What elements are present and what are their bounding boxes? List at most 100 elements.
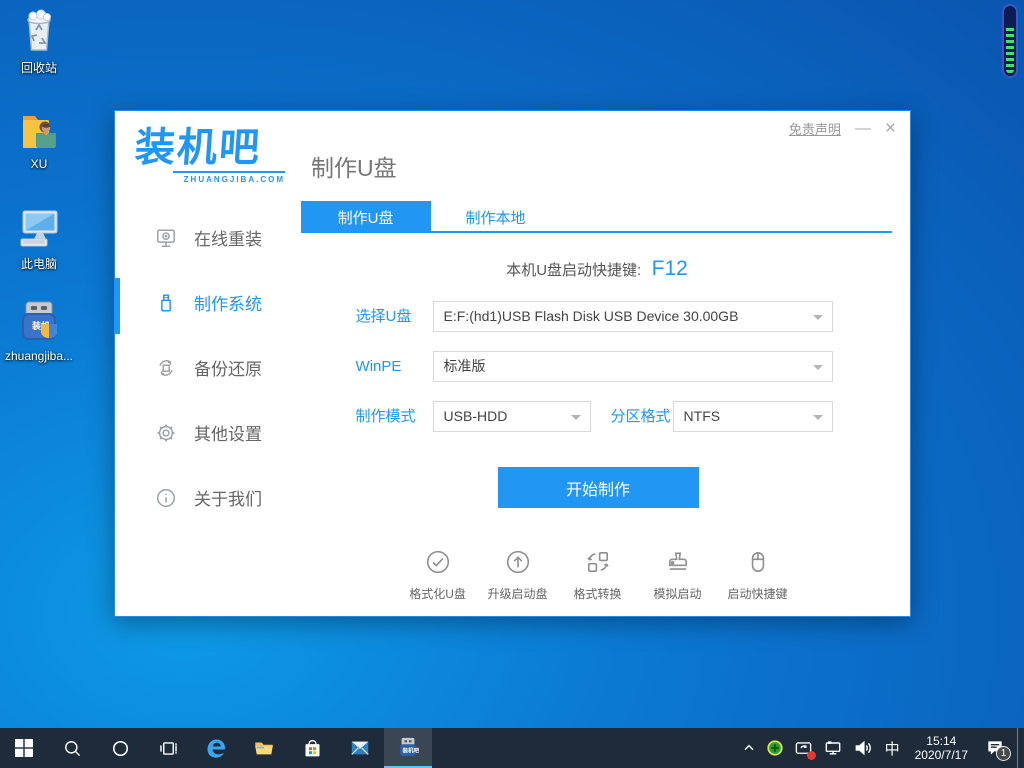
chevron-down-icon: [812, 415, 823, 420]
mode-select-value: USB-HDD: [443, 408, 508, 424]
tray-antivirus-icon[interactable]: [761, 728, 789, 768]
tool-label: 格式化U盘: [409, 587, 466, 601]
disclaimer-link[interactable]: 免责声明: [789, 119, 841, 138]
window-controls: 免责声明 — ×: [789, 119, 896, 138]
tray-screencap-icon[interactable]: [789, 728, 818, 768]
zhuangjiba-window: 装机吧 ZHUANGJIBA.COM 制作U盘 免责声明 — × 在线重装 制作…: [114, 110, 911, 617]
winpe-select-label: WinPE: [355, 358, 402, 375]
notification-count-badge: 1: [996, 746, 1011, 761]
taskbar-clock[interactable]: 15:14 2020/7/17: [907, 734, 976, 762]
sidebar-item-other-settings[interactable]: 其他设置: [115, 400, 301, 465]
partition-select-label: 分区格式: [610, 408, 671, 425]
store-icon: [305, 739, 319, 756]
user-folder-icon: [23, 116, 56, 148]
tool-simulate-boot[interactable]: 模拟启动: [638, 549, 718, 602]
arrow-up-circle-icon: [506, 550, 529, 574]
file-explorer-button[interactable]: [240, 728, 288, 768]
clock-time: 15:14: [926, 734, 957, 748]
chevron-down-icon: [570, 415, 581, 420]
file-explorer-icon: [255, 742, 273, 755]
chevron-down-icon: [812, 315, 823, 320]
sidebar-item-make-system[interactable]: 制作系统: [115, 270, 301, 335]
mail-button[interactable]: [336, 728, 384, 768]
tool-format-convert[interactable]: 格式转换: [558, 549, 638, 602]
search-icon: [64, 740, 80, 756]
stamp-icon: [668, 552, 687, 570]
desktop-icon-label: XU: [30, 157, 48, 171]
chevron-down-icon: [812, 365, 823, 370]
clock-date: 2020/7/17: [914, 748, 968, 762]
app-logo: 装机吧 ZHUANGJIBA.COM: [133, 125, 285, 184]
boot-hotkey-label: 本机U盘启动快捷键:: [506, 262, 642, 279]
tray-chevron-up-icon[interactable]: [737, 728, 761, 768]
sidebar: 在线重装 制作系统 备份还原 其他设置 关于我们: [115, 201, 301, 618]
sidebar-item-online-reinstall[interactable]: 在线重装: [115, 205, 301, 270]
tool-label: 升级启动盘: [487, 587, 548, 601]
mode-select-label: 制作模式: [355, 408, 416, 425]
sidebar-item-label: 其他设置: [194, 425, 262, 444]
show-desktop-button[interactable]: [1017, 728, 1024, 768]
minimize-button[interactable]: —: [855, 120, 871, 137]
taskbar-search-button[interactable]: [48, 728, 96, 768]
partition-select-dropdown[interactable]: NTFS: [672, 401, 833, 432]
boot-hotkey-line: 本机U盘启动快捷键: F12: [301, 257, 894, 281]
start-make-button[interactable]: 开始制作: [497, 467, 699, 508]
tool-format-usb[interactable]: 格式化U盘: [398, 549, 478, 602]
start-button[interactable]: [0, 728, 48, 768]
gear-icon: [155, 422, 177, 444]
mouse-icon: [751, 551, 764, 573]
tab-make-usb[interactable]: 制作U盘: [300, 201, 431, 233]
desktop: 回收站 XU 此电脑 zhuangjiba... 装机吧 ZHUANGJIBA.…: [0, 0, 1024, 768]
usb-select-label: 选择U盘: [355, 308, 412, 325]
desktop-icon-user-folder[interactable]: XU: [0, 106, 78, 171]
ime-indicator[interactable]: 中: [878, 728, 907, 768]
desktop-icon-zhuangjiba[interactable]: 装机 zhuangjiba...: [0, 298, 78, 363]
boot-hotkey-value: F12: [651, 257, 688, 280]
check-circle-icon: [426, 550, 449, 574]
tray-network-icon[interactable]: [818, 728, 848, 768]
window-body: 在线重装 制作系统 备份还原 其他设置 关于我们 制作U盘 制作本地 本机U盘启…: [115, 201, 910, 618]
this-pc-icon: [20, 210, 58, 247]
desktop-icon-label: zhuangjiba...: [4, 349, 74, 363]
store-button[interactable]: [288, 728, 336, 768]
edge-icon: [207, 739, 225, 758]
winpe-select-dropdown[interactable]: 标准版: [432, 351, 833, 382]
level-meter-bars: [1006, 25, 1014, 73]
tab-make-local[interactable]: 制作本地: [431, 201, 561, 233]
sidebar-active-indicator: [114, 278, 120, 334]
info-icon: [155, 487, 177, 509]
close-button[interactable]: ×: [885, 119, 896, 138]
page-title: 制作U盘: [311, 155, 397, 181]
tool-label: 模拟启动: [653, 587, 702, 601]
desktop-icon-label: 此电脑: [20, 257, 57, 271]
desktop-icon-this-pc[interactable]: 此电脑: [0, 204, 78, 272]
red-dot-badge: [806, 751, 816, 760]
monitor-reinstall-icon: [155, 227, 177, 249]
tool-upgrade-boot-disk[interactable]: 升级启动盘: [478, 549, 558, 602]
taskbar-zhuangjiba-app[interactable]: 装机吧: [384, 728, 432, 768]
sidebar-item-backup-restore[interactable]: 备份还原: [115, 335, 301, 400]
edge-button[interactable]: [192, 728, 240, 768]
taskbar: 装机吧 中 15:14 2020/7/17 1: [0, 728, 1024, 768]
window-header: 装机吧 ZHUANGJIBA.COM 制作U盘 免责声明 — ×: [115, 111, 910, 201]
cortana-button[interactable]: [96, 728, 144, 768]
desktop-icon-recycle-bin[interactable]: 回收站: [0, 8, 78, 76]
action-center-button[interactable]: 1: [976, 728, 1017, 768]
task-view-icon: [159, 741, 177, 755]
tool-label: 启动快捷键: [727, 587, 788, 601]
winpe-select-value: 标准版: [443, 358, 486, 374]
convert-icon: [586, 551, 609, 573]
tray-volume-icon[interactable]: [848, 728, 878, 768]
mode-select-dropdown[interactable]: USB-HDD: [432, 401, 591, 432]
system-tray: 中 15:14 2020/7/17 1: [737, 728, 1024, 768]
tool-boot-hotkey[interactable]: 启动快捷键: [718, 549, 798, 602]
sidebar-item-about-us[interactable]: 关于我们: [115, 465, 301, 530]
sidebar-item-label: 制作系统: [194, 295, 262, 314]
task-view-button[interactable]: [144, 728, 192, 768]
usb-select-dropdown[interactable]: E:F:(hd1)USB Flash Disk USB Device 30.00…: [432, 301, 833, 332]
main-panel: 制作U盘 制作本地 本机U盘启动快捷键: F12 选择U盘 E:F:(hd1)U…: [300, 201, 910, 618]
usb-select-value: E:F:(hd1)USB Flash Disk USB Device 30.00…: [443, 308, 739, 324]
app-logo-text: 装机吧: [133, 126, 263, 170]
footer-tools: 格式化U盘 升级启动盘 格式转换 模拟启动 启动快捷键: [398, 549, 798, 602]
app-logo-domain: ZHUANGJIBA.COM: [173, 171, 285, 184]
